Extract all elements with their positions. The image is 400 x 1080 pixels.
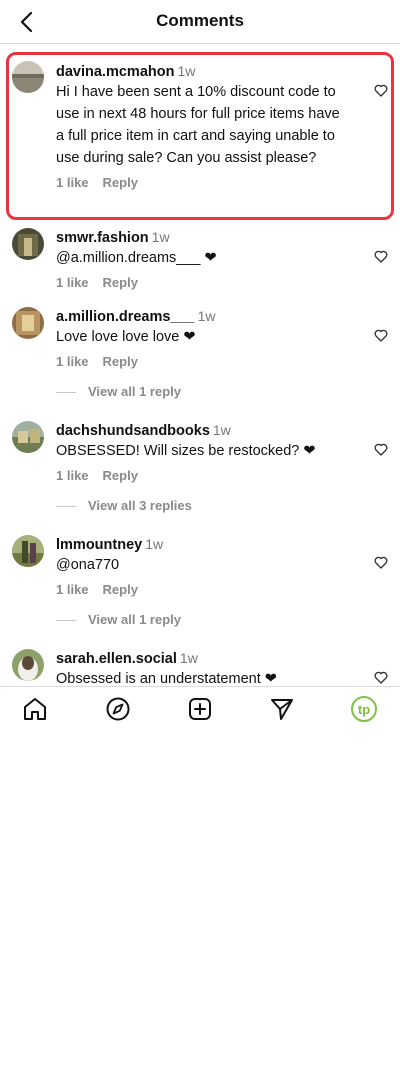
reply-button[interactable]: Reply <box>103 175 138 190</box>
like-count[interactable]: 1 like <box>56 175 89 190</box>
comment-list[interactable]: davina.mcmahon 1w Hi I have been sent a 1… <box>0 45 400 685</box>
comment-text: Obsessed is an understatement ❤ <box>56 671 277 685</box>
reply-button[interactable]: Reply <box>103 354 138 369</box>
heart-icon[interactable] <box>373 248 389 264</box>
bottom-tab-bar: tp <box>0 686 400 730</box>
comment-time: 1w <box>145 536 164 552</box>
heart-icon[interactable] <box>373 327 389 343</box>
comment-username[interactable]: davina.mcmahon <box>56 64 174 80</box>
reply-button[interactable]: Reply <box>103 582 138 597</box>
compass-icon[interactable] <box>105 696 131 722</box>
home-icon[interactable] <box>22 696 48 722</box>
comment-time: 1w <box>177 63 196 79</box>
like-count[interactable]: 1 like <box>56 582 89 597</box>
reply-button[interactable]: Reply <box>103 468 138 483</box>
avatar[interactable] <box>12 307 44 339</box>
comment-time: 1w <box>151 229 170 245</box>
heart-icon[interactable] <box>373 441 389 457</box>
comment-time: 1w <box>197 308 216 324</box>
comment-username[interactable]: sarah.ellen.social <box>56 651 177 667</box>
view-replies-link[interactable]: View all 3 replies <box>56 498 192 513</box>
heart-icon[interactable] <box>373 669 389 685</box>
view-replies-label: View all 1 reply <box>88 612 181 627</box>
comment-text: Love love love love ❤ <box>56 329 196 345</box>
comment-username[interactable]: lmmountney <box>56 537 142 553</box>
header: Comments <box>0 0 400 44</box>
comment-text: Hi I have been sent a 10% discount code … <box>56 84 340 166</box>
avatar[interactable] <box>12 228 44 260</box>
comment-text: @a.million.dreams___ ❤ <box>56 250 217 266</box>
heart-icon[interactable] <box>373 554 389 570</box>
avatar[interactable] <box>12 421 44 453</box>
like-count[interactable]: 1 like <box>56 468 89 483</box>
profile-initials: tp <box>357 701 371 717</box>
replies-divider <box>56 392 76 394</box>
comment-time: 1w <box>212 422 231 438</box>
paper-plane-icon[interactable] <box>269 696 295 722</box>
view-replies-label: View all 3 replies <box>88 498 192 513</box>
view-replies-label: View all 1 reply <box>88 384 181 399</box>
reply-button[interactable]: Reply <box>103 275 138 290</box>
like-count[interactable]: 1 like <box>56 275 89 290</box>
avatar[interactable] <box>12 649 44 681</box>
comment-text: @ona770 <box>56 557 120 573</box>
view-replies-link[interactable]: View all 1 reply <box>56 612 181 627</box>
comment-time: 1w <box>179 650 198 666</box>
replies-divider <box>56 506 76 508</box>
comment-text: OBSESSED! Will sizes be restocked? ❤ <box>56 443 316 459</box>
plus-square-icon[interactable] <box>187 696 213 722</box>
comment-username[interactable]: a.million.dreams___ <box>56 309 195 325</box>
avatar[interactable] <box>12 535 44 567</box>
view-replies-link[interactable]: View all 1 reply <box>56 384 181 399</box>
replies-divider <box>56 620 76 622</box>
heart-icon[interactable] <box>373 82 389 98</box>
like-count[interactable]: 1 like <box>56 354 89 369</box>
comment-username[interactable]: smwr.fashion <box>56 230 149 246</box>
comment-username[interactable]: dachshundsandbooks <box>56 423 210 439</box>
profile-avatar[interactable]: tp <box>351 696 377 722</box>
avatar[interactable] <box>12 61 44 93</box>
page-title: Comments <box>156 11 244 30</box>
